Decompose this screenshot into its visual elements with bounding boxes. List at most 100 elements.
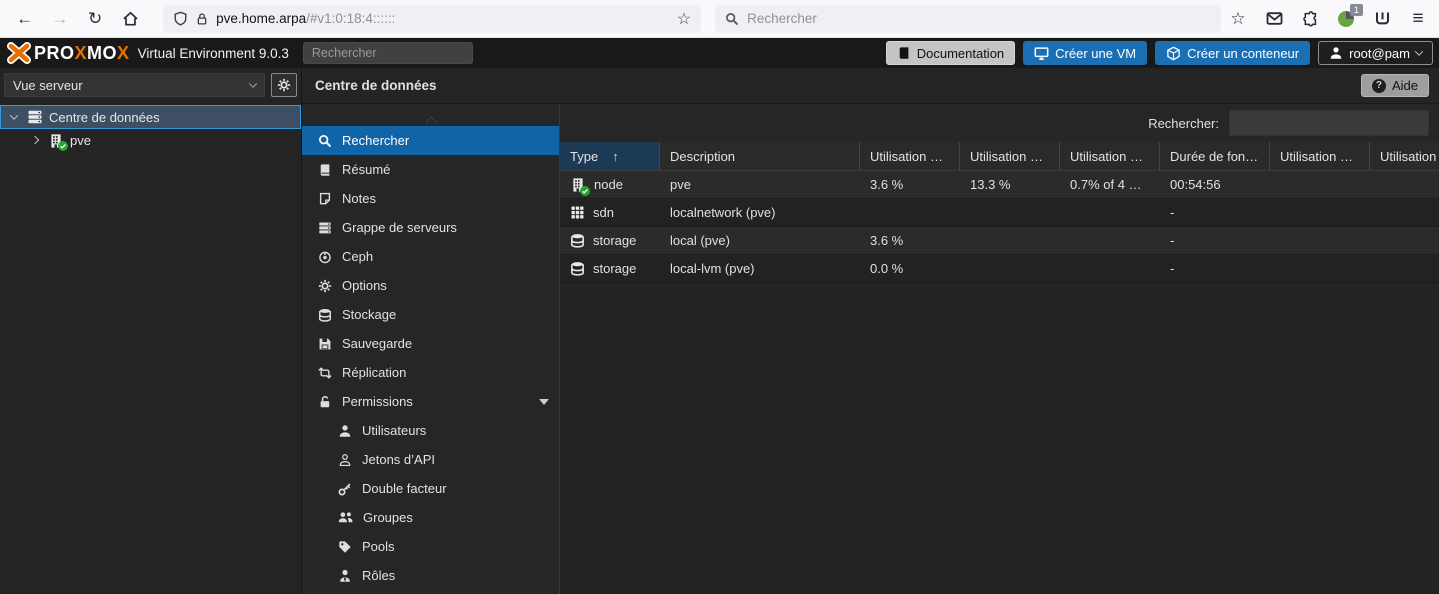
menu-item-rechercher[interactable]: Rechercher [302, 126, 559, 155]
bookmark-star-icon[interactable]: ☆ [677, 9, 691, 29]
create-vm-button[interactable]: Créer une VM [1023, 41, 1147, 65]
tree-item-pve[interactable]: pve [0, 129, 301, 151]
mail-extension-icon[interactable] [1263, 8, 1285, 30]
column-header-utilisation-3[interactable]: Utilisation … [1060, 142, 1160, 171]
menu-item-replication[interactable]: Réplication [302, 358, 559, 387]
extensions-puzzle-icon[interactable] [1299, 8, 1321, 30]
adblock-extension-icon[interactable]: 1 [1335, 8, 1357, 30]
column-header-type[interactable]: Type↑ [560, 142, 660, 171]
documentation-button[interactable]: Documentation [886, 41, 1015, 65]
back-icon[interactable]: ← [10, 5, 39, 33]
table-search-input[interactable] [1229, 110, 1429, 136]
table-row-storage-local-lvm[interactable]: storage local-lvm (pve) 0.0 % - [560, 255, 1439, 283]
menu-item-roles[interactable]: Rôles [302, 561, 559, 590]
menu-item-options[interactable]: Options [302, 271, 559, 300]
menu-item-notes[interactable]: Notes [302, 184, 559, 213]
page-title: Centre de données [315, 78, 437, 93]
cell-uptime: - [1160, 255, 1270, 282]
url-bar[interactable]: pve.home.arpa/#v1:0:18:4:::::: ☆ [163, 5, 701, 33]
menu-item-permissions[interactable]: Permissions [302, 387, 559, 416]
browser-search-input[interactable] [747, 11, 1211, 26]
forward-icon[interactable]: → [45, 5, 74, 33]
menu-item-utilisateurs[interactable]: Utilisateurs [302, 416, 559, 445]
menu-item-cluster[interactable]: Grappe de serveurs [302, 213, 559, 242]
cell-utilisation-5 [1370, 199, 1439, 226]
cell-description: local-lvm (pve) [660, 255, 860, 282]
column-header-utilisation-4[interactable]: Utilisation … [1270, 142, 1370, 171]
menu-label: Sauvegarde [342, 336, 412, 351]
menu-item-resume[interactable]: Résumé [302, 155, 559, 184]
column-header-utilisation-2[interactable]: Utilisation … [960, 142, 1060, 171]
menu-item-jetons-api[interactable]: Jetons d’API [302, 445, 559, 474]
sdn-grid-icon [570, 205, 585, 220]
cell-uptime: - [1160, 227, 1270, 254]
table-search-row: Rechercher: [560, 104, 1439, 142]
menu-hamburger-icon[interactable]: ≡ [1407, 8, 1429, 30]
cell-utilisation-1: 3.6 % [860, 227, 960, 254]
column-header-utilisation-1[interactable]: Utilisation … [860, 142, 960, 171]
cell-description: pve [660, 171, 860, 198]
cell-utilisation-5 [1370, 255, 1439, 282]
menu-item-ceph[interactable]: Ceph [302, 242, 559, 271]
cell-utilisation-3 [1060, 199, 1160, 226]
column-header-description[interactable]: Description [660, 142, 860, 171]
create-container-button[interactable]: Créer un conteneur [1155, 41, 1310, 65]
resource-tree: Centre de données pve [0, 105, 301, 151]
table-row-sdn-localnetwork[interactable]: sdn localnetwork (pve) - [560, 199, 1439, 227]
user-icon [1329, 46, 1343, 60]
reload-icon[interactable]: ↻ [81, 5, 110, 33]
home-icon[interactable] [116, 5, 145, 33]
column-header-uptime[interactable]: Durée de fon… [1160, 142, 1270, 171]
display-icon [1034, 46, 1049, 61]
product-version: Virtual Environment 9.0.3 [138, 46, 289, 61]
table-search-label: Rechercher: [1148, 116, 1219, 131]
menu-item-stockage[interactable]: Stockage [302, 300, 559, 329]
pocket-star-icon[interactable]: ☆ [1227, 8, 1249, 30]
pve-search-input[interactable] [303, 42, 473, 64]
scroll-up-indicator[interactable] [302, 110, 559, 126]
user-menu-button[interactable]: root@pam [1318, 41, 1433, 65]
menu-item-sauvegarde[interactable]: Sauvegarde [302, 329, 559, 358]
url-text[interactable]: pve.home.arpa/#v1:0:18:4:::::: [216, 11, 670, 26]
collapse-caret-icon[interactable] [539, 399, 549, 405]
view-selector-row: Vue serveur [0, 68, 301, 101]
book-icon [897, 46, 911, 60]
user-outline-icon [338, 453, 352, 467]
expander-right-icon[interactable] [28, 137, 42, 143]
cell-uptime: 00:54:56 [1160, 171, 1270, 198]
url-path: /#v1:0:18:4:::::: [306, 11, 395, 26]
tree-settings-button[interactable] [271, 73, 297, 97]
tree-item-datacenter[interactable]: Centre de données [0, 105, 301, 129]
menu-item-double-facteur[interactable]: Double facteur [302, 474, 559, 503]
storage-database-icon [570, 233, 585, 248]
table-row-storage-local[interactable]: storage local (pve) 3.6 % - [560, 227, 1439, 255]
book-icon [318, 163, 332, 177]
browser-toolbar: ← → ↻ pve.home.arpa/#v1:0:18:4:::::: ☆ ☆… [0, 0, 1439, 38]
proxmox-x-icon [6, 42, 32, 64]
cell-utilisation-5 [1370, 171, 1439, 198]
expander-down-icon[interactable] [7, 114, 21, 120]
wayback-machine-icon[interactable] [1371, 8, 1393, 30]
column-header-utilisation-5[interactable]: Utilisation [1370, 142, 1439, 171]
menu-label: Grappe de serveurs [342, 220, 457, 235]
user-menu-label: root@pam [1349, 46, 1410, 61]
lock-icon[interactable] [195, 12, 209, 26]
table-row-node-pve[interactable]: node pve 3.6 % 13.3 % 0.7% of 4 … 00:54:… [560, 171, 1439, 199]
menu-label: Groupes [363, 510, 413, 525]
server-icon [318, 221, 332, 235]
workspace: Vue serveur Centre de données [0, 68, 1439, 594]
toolbar-extension-icons: ☆ 1 ≡ [1227, 8, 1429, 30]
browser-search-bar[interactable] [715, 5, 1221, 33]
view-select[interactable]: Vue serveur [4, 73, 265, 97]
tracking-shield-icon[interactable] [173, 11, 188, 26]
help-button[interactable]: ? Aide [1361, 74, 1429, 97]
resource-tree-panel: Vue serveur Centre de données [0, 68, 302, 594]
menu-item-pools[interactable]: Pools [302, 532, 559, 561]
menu-label: Stockage [342, 307, 396, 322]
extension-badge: 1 [1350, 4, 1363, 16]
cube-icon [1166, 46, 1181, 61]
cell-type: sdn [593, 205, 614, 220]
menu-item-groupes[interactable]: Groupes [302, 503, 559, 532]
user-tie-icon [338, 569, 352, 583]
menu-label: Permissions [342, 394, 413, 409]
